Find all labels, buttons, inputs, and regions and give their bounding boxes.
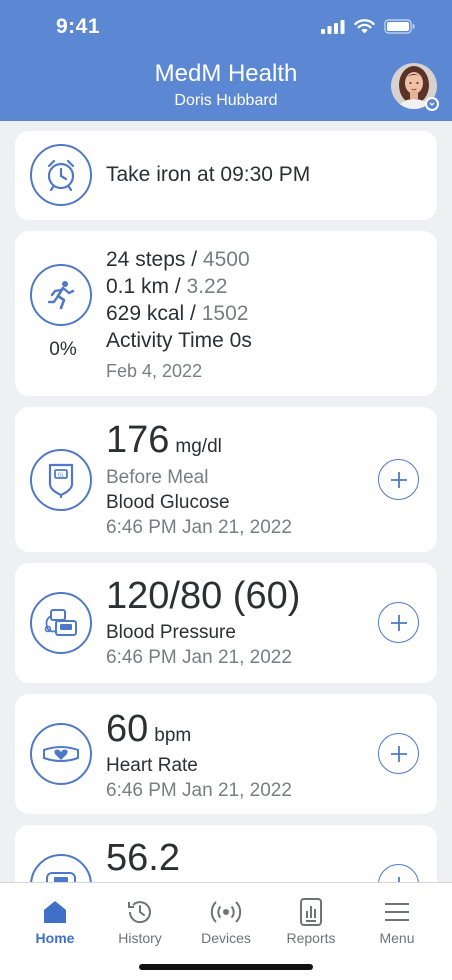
scale-icon bbox=[46, 872, 76, 882]
alarm-clock-icon bbox=[47, 159, 75, 192]
distance-row: 0.1 km / 3.22 bbox=[106, 275, 227, 299]
heart-rate-card[interactable]: 60 bpm Heart Rate 6:46 PM Jan 21, 2022 bbox=[15, 694, 437, 814]
status-icons bbox=[321, 19, 416, 34]
steps-value: 24 steps bbox=[106, 248, 186, 271]
distance-value: 0.1 km bbox=[106, 275, 170, 298]
tab-home-label: Home bbox=[35, 930, 75, 946]
distance-goal: 3.22 bbox=[186, 275, 228, 298]
profile-name: Doris Hubbard bbox=[174, 92, 278, 109]
tab-history[interactable]: History bbox=[97, 897, 183, 946]
pressure-card[interactable]: 120/80 (60) Blood Pressure 6:46 PM Jan 2… bbox=[15, 563, 437, 683]
plus-icon bbox=[397, 876, 400, 882]
pressure-datetime: 6:46 PM Jan 21, 2022 bbox=[106, 647, 292, 668]
activity-icon-circle bbox=[30, 264, 92, 326]
battery-icon bbox=[384, 19, 415, 34]
home-indicator bbox=[139, 964, 313, 970]
reminder-text: Take iron at 09:30 PM bbox=[106, 163, 311, 186]
heart-value: 60 bbox=[106, 708, 149, 750]
avatar[interactable] bbox=[391, 63, 439, 111]
heart-reading: 60 bpm bbox=[106, 708, 191, 751]
tab-devices-label: Devices bbox=[201, 930, 251, 946]
alarm-icon-circle bbox=[30, 144, 92, 206]
steps-separator: / bbox=[185, 248, 203, 271]
heart-datetime: 6:46 PM Jan 21, 2022 bbox=[106, 780, 292, 801]
heart-icon-circle bbox=[30, 723, 92, 785]
weight-value: 56.2 bbox=[106, 837, 180, 879]
svg-text:GL: GL bbox=[58, 473, 65, 479]
plus-icon bbox=[390, 745, 407, 762]
status-time: 9:41 bbox=[56, 15, 101, 38]
add-pressure-button[interactable] bbox=[378, 602, 419, 643]
blood-pressure-monitor-icon bbox=[44, 609, 77, 636]
tab-home[interactable]: Home bbox=[12, 897, 98, 946]
heart-label: Heart Rate bbox=[106, 755, 198, 776]
pressure-icon-circle bbox=[30, 592, 92, 654]
home-icon bbox=[44, 901, 66, 923]
tab-reports-label: Reports bbox=[286, 930, 336, 946]
reports-icon bbox=[300, 898, 322, 926]
plus-icon bbox=[390, 614, 407, 631]
steps-goal: 4500 bbox=[202, 248, 250, 271]
activity-time: Activity Time 0s bbox=[106, 329, 252, 352]
glucose-card[interactable]: GL 176 mg/dl Before Meal Blood Glucose 6:… bbox=[15, 407, 437, 552]
calories-row: 629 kcal / 1502 bbox=[106, 302, 248, 326]
activity-date: Feb 4, 2022 bbox=[106, 361, 203, 381]
running-icon bbox=[47, 281, 75, 310]
glucose-value: 176 bbox=[106, 419, 170, 461]
signal-icon bbox=[321, 19, 345, 34]
wifi-icon bbox=[354, 19, 375, 34]
glucose-icon-circle: GL bbox=[30, 449, 92, 511]
weight-icon-circle bbox=[30, 854, 92, 882]
calories-value: 629 kcal bbox=[106, 302, 185, 325]
tab-history-label: History bbox=[118, 930, 162, 946]
devices-icon bbox=[210, 901, 242, 923]
pressure-label: Blood Pressure bbox=[106, 622, 236, 643]
app-header: 9:41 MedM Health Doris Hubbard bbox=[0, 0, 452, 121]
dashboard-list[interactable]: Take iron at 09:30 PM 0% 24 steps / 4500… bbox=[0, 121, 452, 882]
activity-card[interactable]: 0% 24 steps / 4500 0.1 km / 3.22 629 kca… bbox=[15, 231, 437, 396]
menu-icon bbox=[385, 903, 409, 921]
plus-icon bbox=[390, 471, 407, 488]
glucose-datetime: 6:46 PM Jan 21, 2022 bbox=[106, 517, 292, 538]
glucose-label: Blood Glucose bbox=[106, 492, 230, 513]
tab-menu[interactable]: Menu bbox=[354, 897, 440, 946]
avatar-dropdown-badge[interactable] bbox=[425, 97, 439, 111]
add-heart-rate-button[interactable] bbox=[378, 733, 419, 774]
calories-goal: 1502 bbox=[201, 302, 249, 325]
glucometer-icon: GL bbox=[48, 463, 74, 498]
tab-menu-label: Menu bbox=[379, 930, 415, 946]
tab-reports[interactable]: Reports bbox=[268, 897, 354, 946]
glucose-reading: 176 mg/dl bbox=[106, 419, 222, 462]
heart-rate-strap-icon bbox=[43, 746, 79, 762]
distance-separator: / bbox=[169, 275, 187, 298]
chevron-down-icon bbox=[429, 102, 435, 106]
glucose-meal: Before Meal bbox=[106, 467, 209, 488]
heart-unit: bpm bbox=[154, 725, 192, 746]
pressure-value: 120/80 (60) bbox=[106, 575, 301, 617]
calories-separator: / bbox=[184, 302, 202, 325]
glucose-unit: mg/dl bbox=[175, 436, 222, 457]
tab-devices[interactable]: Devices bbox=[183, 897, 269, 946]
add-glucose-button[interactable] bbox=[378, 459, 419, 500]
activity-progress: 0% bbox=[49, 339, 77, 360]
steps-row: 24 steps / 4500 bbox=[106, 248, 250, 272]
reminder-card[interactable]: Take iron at 09:30 PM bbox=[15, 131, 437, 220]
app-title: MedM Health bbox=[154, 60, 298, 87]
history-icon bbox=[128, 901, 151, 924]
weight-card[interactable]: 56.2 bbox=[15, 825, 437, 882]
add-weight-button[interactable] bbox=[378, 864, 419, 882]
